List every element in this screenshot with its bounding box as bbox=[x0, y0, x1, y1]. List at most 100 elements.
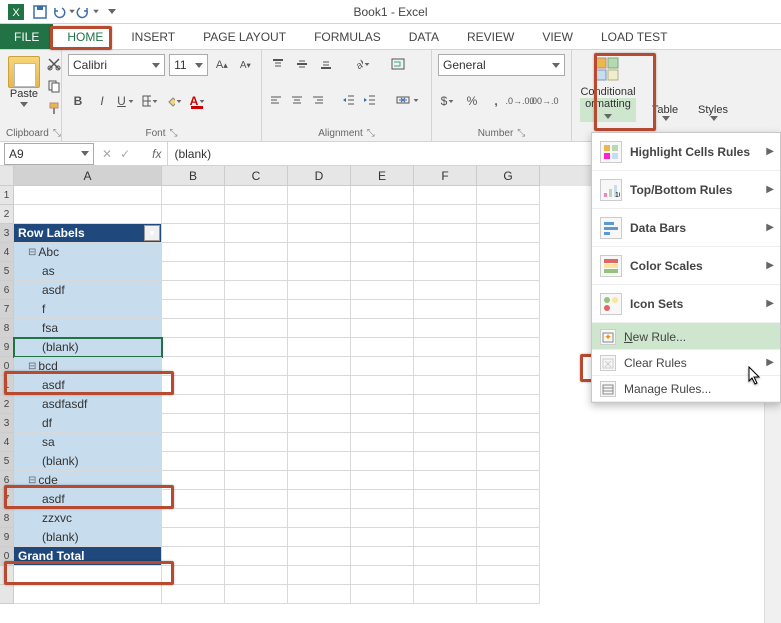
row-header[interactable]: 4 bbox=[0, 243, 14, 262]
cell[interactable] bbox=[351, 224, 414, 243]
cell[interactable] bbox=[414, 319, 477, 338]
cell[interactable]: Row Labels▾ bbox=[14, 224, 162, 243]
align-left-icon[interactable] bbox=[268, 90, 285, 110]
tab-view[interactable]: VIEW bbox=[528, 24, 587, 49]
accounting-format-icon[interactable]: $ bbox=[438, 91, 458, 111]
cell[interactable] bbox=[351, 281, 414, 300]
cell[interactable] bbox=[477, 357, 540, 376]
cell[interactable] bbox=[162, 471, 225, 490]
cell[interactable] bbox=[162, 433, 225, 452]
row-header[interactable]: 3 bbox=[0, 224, 14, 243]
cf-top-bottom[interactable]: 10 Top/Bottom Rules ▶ bbox=[592, 171, 780, 209]
cell[interactable] bbox=[162, 395, 225, 414]
cell[interactable] bbox=[351, 338, 414, 357]
font-dialog-icon[interactable]: ⤡ bbox=[170, 128, 178, 139]
cell[interactable] bbox=[225, 585, 288, 604]
cell[interactable] bbox=[225, 547, 288, 566]
cell[interactable] bbox=[414, 547, 477, 566]
cell[interactable] bbox=[288, 414, 351, 433]
row-header[interactable]: 9 bbox=[0, 338, 14, 357]
cf-highlight-cells[interactable]: Highlight Cells Rules ▶ bbox=[592, 133, 780, 171]
cell[interactable] bbox=[288, 566, 351, 585]
cell[interactable] bbox=[162, 357, 225, 376]
row-header[interactable]: 6 bbox=[0, 471, 14, 490]
redo-icon[interactable] bbox=[76, 2, 100, 22]
cell[interactable] bbox=[414, 338, 477, 357]
cell[interactable] bbox=[162, 262, 225, 281]
cell[interactable] bbox=[288, 509, 351, 528]
cell[interactable] bbox=[14, 205, 162, 224]
cell[interactable] bbox=[162, 585, 225, 604]
cell[interactable] bbox=[162, 300, 225, 319]
tab-review[interactable]: REVIEW bbox=[453, 24, 528, 49]
cell[interactable] bbox=[414, 395, 477, 414]
cell[interactable] bbox=[162, 490, 225, 509]
cell[interactable] bbox=[288, 547, 351, 566]
cell[interactable] bbox=[351, 243, 414, 262]
cell[interactable] bbox=[288, 243, 351, 262]
cell[interactable] bbox=[351, 528, 414, 547]
cell[interactable] bbox=[351, 547, 414, 566]
cell[interactable] bbox=[477, 490, 540, 509]
italic-button[interactable]: I bbox=[92, 91, 112, 111]
cell[interactable] bbox=[351, 262, 414, 281]
tab-insert[interactable]: INSERT bbox=[117, 24, 189, 49]
font-color-icon[interactable]: A bbox=[188, 91, 208, 111]
cell[interactable] bbox=[225, 452, 288, 471]
cell[interactable] bbox=[288, 490, 351, 509]
cell[interactable]: (blank) bbox=[14, 338, 162, 357]
cell[interactable] bbox=[351, 471, 414, 490]
cf-color-scales[interactable]: Color Scales ▶ bbox=[592, 247, 780, 285]
cell[interactable] bbox=[477, 262, 540, 281]
cell[interactable] bbox=[351, 319, 414, 338]
cell[interactable] bbox=[477, 376, 540, 395]
cell[interactable] bbox=[477, 243, 540, 262]
cf-new-rule[interactable]: ✦ New Rule... bbox=[592, 324, 780, 350]
cell[interactable] bbox=[288, 395, 351, 414]
cell[interactable] bbox=[414, 452, 477, 471]
percent-format-icon[interactable]: % bbox=[462, 91, 482, 111]
row-header[interactable]: 6 bbox=[0, 281, 14, 300]
cell[interactable] bbox=[288, 281, 351, 300]
cell[interactable]: ⊟bcd bbox=[14, 357, 162, 376]
copy-icon[interactable] bbox=[44, 76, 64, 96]
cell[interactable] bbox=[351, 490, 414, 509]
cell[interactable]: ⊟cde bbox=[14, 471, 162, 490]
cell[interactable] bbox=[477, 566, 540, 585]
row-header[interactable]: 0 bbox=[0, 357, 14, 376]
font-size-combo[interactable]: 11 bbox=[169, 54, 208, 76]
row-header[interactable]: 0 bbox=[0, 547, 14, 566]
cell[interactable]: (blank) bbox=[14, 452, 162, 471]
cell[interactable] bbox=[414, 585, 477, 604]
tab-load-test[interactable]: LOAD TEST bbox=[587, 24, 681, 49]
bold-button[interactable]: B bbox=[68, 91, 88, 111]
cell[interactable] bbox=[225, 300, 288, 319]
cell[interactable] bbox=[288, 528, 351, 547]
cell[interactable] bbox=[162, 186, 225, 205]
cell[interactable] bbox=[414, 376, 477, 395]
cell[interactable]: f bbox=[14, 300, 162, 319]
cell[interactable] bbox=[288, 338, 351, 357]
cell[interactable]: ⊟Abc bbox=[14, 243, 162, 262]
column-header-a[interactable]: A bbox=[14, 166, 162, 186]
cell[interactable] bbox=[477, 528, 540, 547]
outline-toggle-icon[interactable]: ⊟ bbox=[28, 361, 36, 372]
cell[interactable] bbox=[288, 376, 351, 395]
cell[interactable] bbox=[225, 509, 288, 528]
number-dialog-icon[interactable]: ⤡ bbox=[517, 128, 525, 139]
cell[interactable] bbox=[288, 186, 351, 205]
cell[interactable] bbox=[225, 205, 288, 224]
cell[interactable]: asdf bbox=[14, 376, 162, 395]
number-format-combo[interactable]: General bbox=[438, 54, 565, 76]
cell[interactable] bbox=[477, 414, 540, 433]
row-header[interactable]: 7 bbox=[0, 490, 14, 509]
font-name-combo[interactable]: Calibri bbox=[68, 54, 165, 76]
cell[interactable] bbox=[288, 433, 351, 452]
tab-page-layout[interactable]: PAGE LAYOUT bbox=[189, 24, 300, 49]
cell[interactable]: asdf bbox=[14, 281, 162, 300]
cell[interactable] bbox=[162, 281, 225, 300]
tab-formulas[interactable]: FORMULAS bbox=[300, 24, 395, 49]
cell[interactable] bbox=[414, 281, 477, 300]
cell[interactable] bbox=[351, 376, 414, 395]
column-header-g[interactable]: G bbox=[477, 166, 540, 186]
